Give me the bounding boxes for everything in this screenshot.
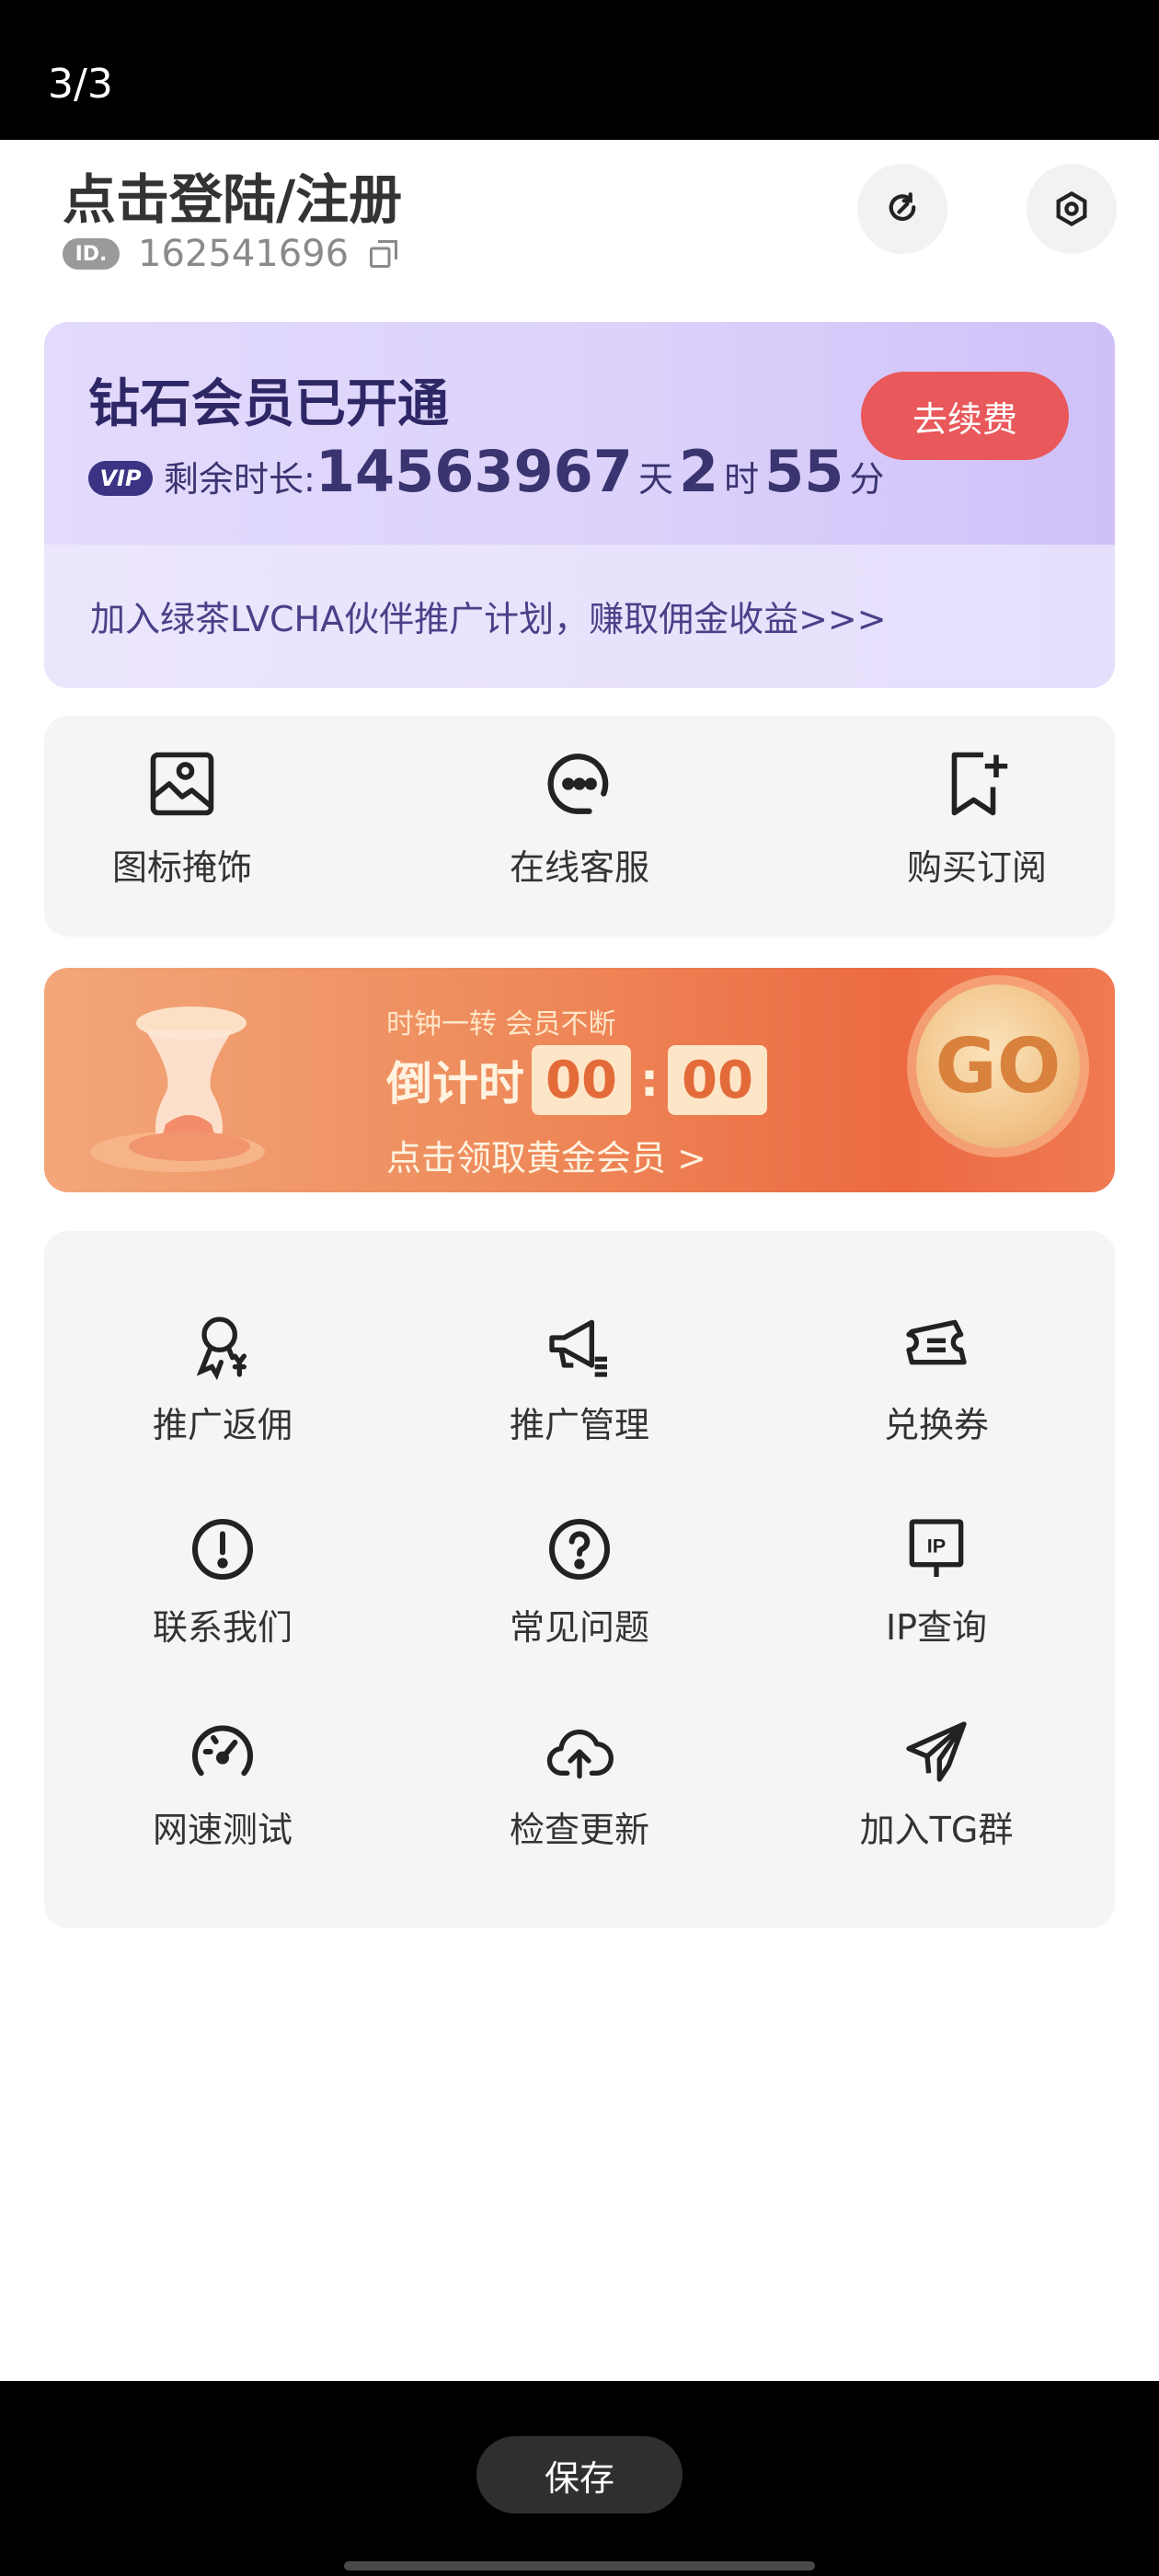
grid-item-voucher[interactable]: 兑换券 xyxy=(798,1310,1074,1447)
hourglass-icon xyxy=(90,1006,265,1172)
grid-item-contact-us[interactable]: 联系我们 xyxy=(85,1512,361,1650)
speedometer-icon xyxy=(192,1725,253,1777)
bookmark-add-icon xyxy=(951,752,1008,816)
grid-item-label: 加入TG群 xyxy=(859,1810,1014,1850)
login-register-link[interactable]: 点击登陆/注册 xyxy=(63,156,402,234)
remaining-days: 14563967 xyxy=(315,438,633,505)
services-grid-panel: 推广返佣 推广管理 兑换券 联系我们 常见问题 IP IP查询 网速测试 检查更… xyxy=(44,1231,1115,1928)
vip-status-section: 钻石会员已开通 VIP 剩余时长: 14563967 天 2 时 55 分 去续… xyxy=(44,322,1115,545)
chat-icon xyxy=(547,753,609,814)
promo-subtitle: 时钟一转 会员不断 xyxy=(386,1008,616,1041)
settings-button[interactable] xyxy=(1027,164,1117,254)
partner-program-text: 加入绿茶LVCHA伙伴推广计划，赚取佣金收益>>> xyxy=(90,599,887,639)
id-badge: ID. xyxy=(63,238,120,270)
remaining-hours: 2 xyxy=(678,438,719,505)
quick-action-label: 购买订阅 xyxy=(906,847,1047,888)
image-counter: 3/3 xyxy=(48,61,113,108)
grid-item-promotion-commission[interactable]: 推广返佣 xyxy=(85,1310,361,1447)
vip-title: 钻石会员已开通 xyxy=(88,374,449,434)
telegram-icon xyxy=(906,1721,967,1782)
renew-button[interactable]: 去续费 xyxy=(861,372,1069,460)
countdown-label: 倒计时 xyxy=(386,1057,524,1110)
copy-icon[interactable] xyxy=(367,237,400,270)
ticket-icon xyxy=(906,1319,967,1365)
refresh-icon xyxy=(889,192,916,222)
remaining-label: 剩余时长: xyxy=(164,459,316,500)
countdown-minutes: 00 xyxy=(532,1045,631,1115)
grid-item-promotion-management[interactable]: 推广管理 xyxy=(442,1310,717,1447)
claim-gold-member-link[interactable]: 点击领取黄金会员 > xyxy=(386,1130,706,1180)
vip-card: 钻石会员已开通 VIP 剩余时长: 14563967 天 2 时 55 分 去续… xyxy=(44,322,1115,688)
grid-item-label: 兑换券 xyxy=(883,1405,989,1445)
quick-action-icon-disguise[interactable]: 图标掩饰 xyxy=(44,745,320,890)
grid-item-faq[interactable]: 常见问题 xyxy=(442,1512,717,1650)
user-id-row: ID. 162541696 xyxy=(63,228,400,280)
day-unit: 天 xyxy=(637,459,673,500)
home-indicator xyxy=(344,2561,815,2570)
user-id-value: 162541696 xyxy=(138,233,350,275)
quick-action-customer-service[interactable]: 在线客服 xyxy=(442,745,717,890)
gold-member-promo-banner[interactable]: 时钟一转 会员不断 倒计时 00 : 00 点击领取黄金会员 > GO xyxy=(44,968,1115,1192)
remaining-minutes: 55 xyxy=(764,438,844,505)
help-icon xyxy=(549,1519,610,1580)
grid-item-label: 推广管理 xyxy=(509,1405,649,1445)
hour-unit: 时 xyxy=(724,459,760,500)
promo-countdown: 倒计时 00 : 00 xyxy=(386,1045,767,1115)
grid-item-label: 网速测试 xyxy=(152,1810,293,1850)
grid-item-label: 推广返佣 xyxy=(152,1405,293,1445)
countdown-seconds: 00 xyxy=(668,1045,767,1115)
grid-item-label: 检查更新 xyxy=(509,1810,649,1850)
minute-unit: 分 xyxy=(849,459,885,500)
quick-actions-panel: 图标掩饰 在线客服 购买订阅 xyxy=(44,716,1115,937)
partner-program-link[interactable]: 加入绿茶LVCHA伙伴推广计划，赚取佣金收益>>> xyxy=(44,545,1115,688)
vip-badge: VIP xyxy=(88,461,153,496)
commission-icon xyxy=(196,1317,247,1381)
grid-item-check-update[interactable]: 检查更新 xyxy=(442,1715,717,1852)
grid-item-label: IP查询 xyxy=(885,1607,988,1648)
megaphone-icon xyxy=(549,1319,607,1377)
save-button[interactable]: 保存 xyxy=(476,2436,683,2513)
grid-item-ip-lookup[interactable]: IP IP查询 xyxy=(798,1512,1074,1650)
grid-item-speed-test[interactable]: 网速测试 xyxy=(85,1715,361,1852)
refresh-button[interactable] xyxy=(857,164,947,254)
viewer-bottom-bar: 保存 xyxy=(0,2381,1159,2576)
grid-item-join-telegram[interactable]: 加入TG群 xyxy=(798,1715,1074,1852)
cloud-upload-icon xyxy=(546,1729,614,1779)
vip-remaining-time: VIP 剩余时长: 14563967 天 2 时 55 分 xyxy=(88,438,889,505)
alert-icon xyxy=(192,1519,253,1580)
app-screen: 点击登陆/注册 ID. 162541696 钻石会员已开通 VIP 剩余时长: … xyxy=(0,140,1159,2381)
quick-action-buy-subscription[interactable]: 购买订阅 xyxy=(839,745,1115,890)
grid-item-label: 联系我们 xyxy=(152,1607,293,1648)
viewer-top-bar: 3/3 xyxy=(0,0,1159,140)
quick-action-label: 图标掩饰 xyxy=(111,847,252,888)
countdown-separator: : xyxy=(640,1053,659,1107)
image-icon xyxy=(150,752,214,816)
svg-text:IP: IP xyxy=(927,1534,946,1557)
grid-item-label: 常见问题 xyxy=(509,1607,649,1648)
quick-action-label: 在线客服 xyxy=(509,847,649,888)
go-button[interactable]: GO xyxy=(916,984,1080,1148)
ip-icon: IP xyxy=(909,1519,964,1577)
settings-icon xyxy=(1056,190,1087,227)
